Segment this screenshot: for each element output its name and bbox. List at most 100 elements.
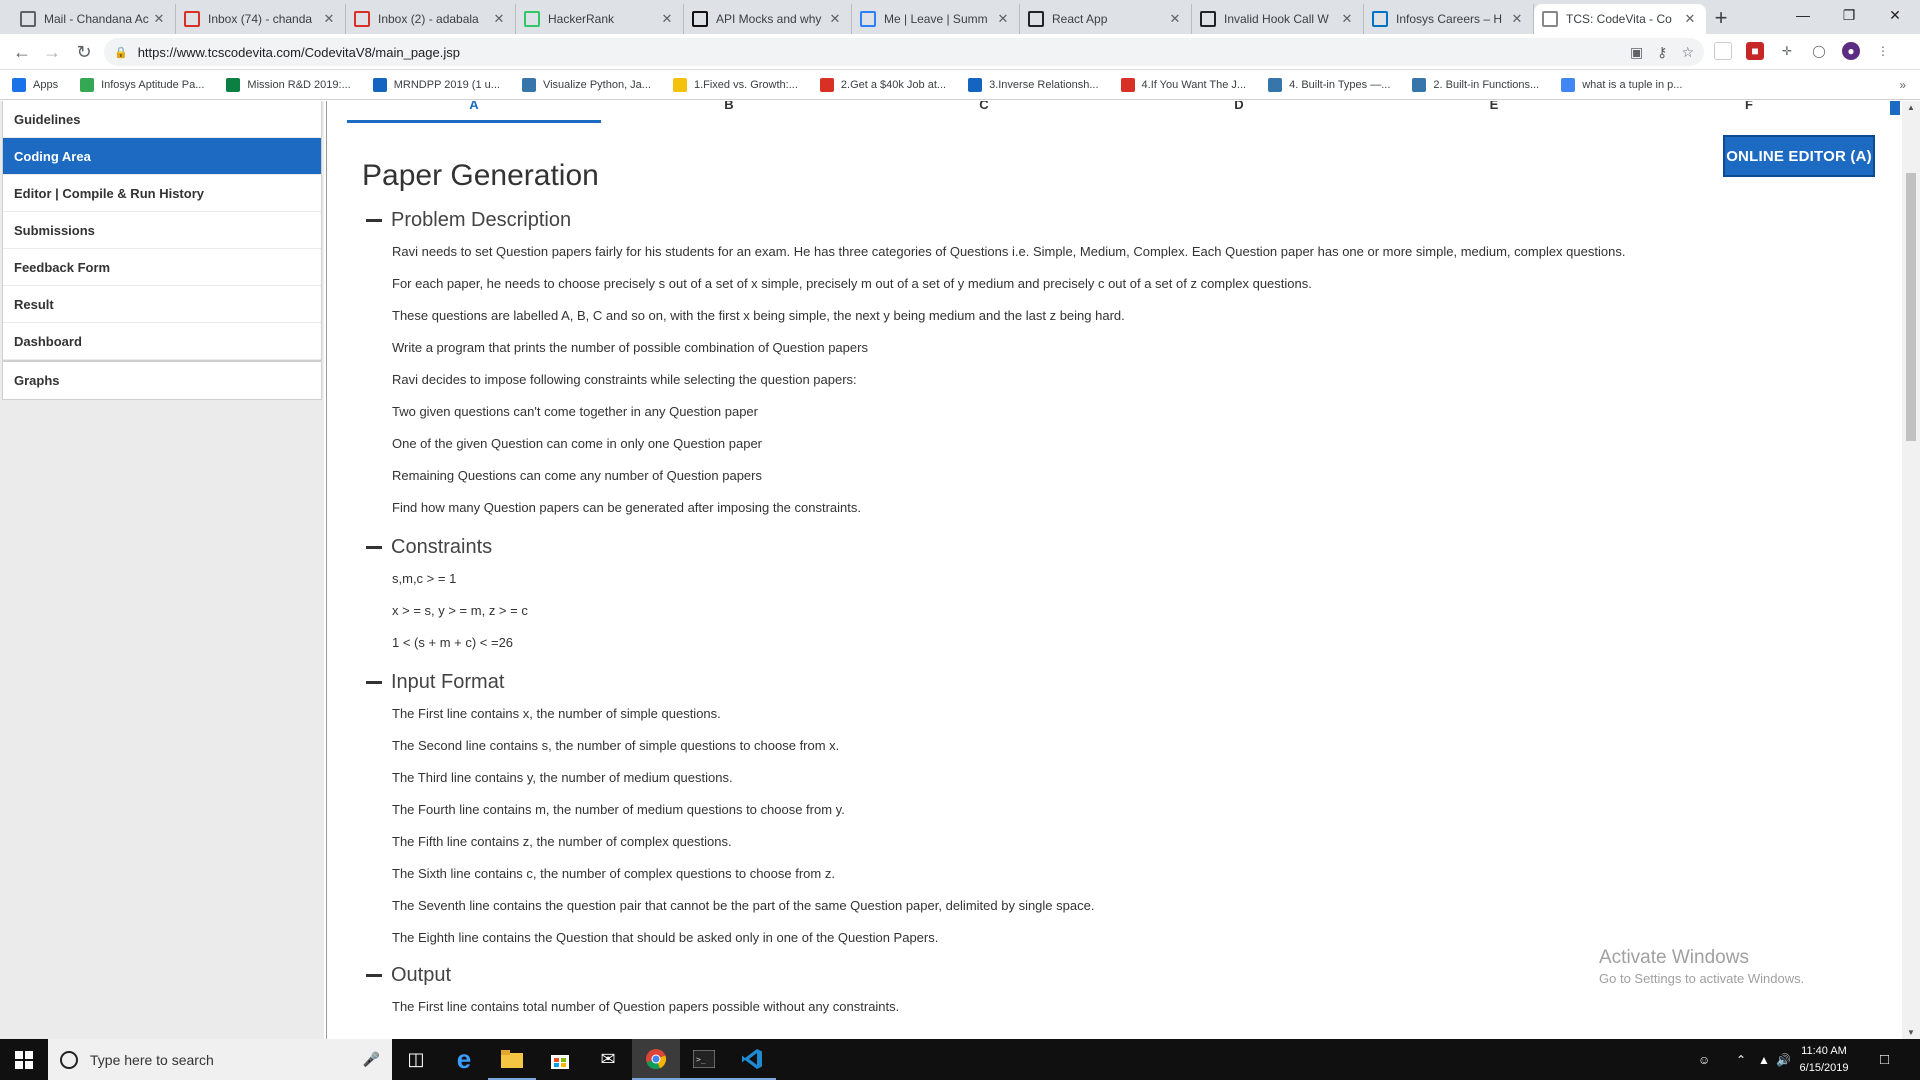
extension-blank-icon[interactable] (1714, 42, 1732, 60)
bookmark-item[interactable]: Apps (12, 77, 58, 92)
question-tab-d[interactable]: D (1112, 101, 1366, 123)
bookmarks-overflow-icon[interactable]: » (1899, 78, 1906, 92)
minimize-icon[interactable]: — (1780, 0, 1826, 30)
question-tab-c[interactable]: C (857, 101, 1111, 123)
sidebar-item-result[interactable]: Result (3, 286, 321, 323)
url-text[interactable]: https://www.tcscodevita.com/CodevitaV8/m… (138, 45, 460, 60)
keka-icon (860, 11, 876, 27)
svg-text:>_: >_ (696, 1055, 706, 1064)
tab-close-icon[interactable]: ✕ (1167, 11, 1183, 27)
sidebar-item-editor-compile-run-history[interactable]: Editor | Compile & Run History (3, 175, 321, 212)
blocked-popup-icon[interactable]: ▣ (1630, 44, 1643, 61)
scroll-down-icon[interactable]: ▼ (1907, 1028, 1915, 1037)
sidebar-item-graphs[interactable]: Graphs (3, 362, 321, 399)
forward-icon[interactable]: → (38, 38, 66, 66)
back-icon[interactable]: ← (8, 38, 36, 66)
terminal-icon[interactable]: >_ (680, 1039, 728, 1080)
tab-close-icon[interactable]: ✕ (1509, 11, 1525, 27)
extension-red-icon[interactable]: ■ (1746, 42, 1764, 60)
new-tab-button[interactable]: + (1708, 5, 1734, 31)
bookmark-item[interactable]: 4.If You Want The J... (1120, 77, 1246, 92)
reload-icon[interactable]: ↻ (70, 38, 98, 66)
section-header[interactable]: Constraints (366, 534, 528, 560)
sidebar-item-feedback-form[interactable]: Feedback Form (3, 249, 321, 286)
volume-icon[interactable]: 🔊 (1776, 1039, 1791, 1080)
extension-move-icon[interactable]: ✛ (1778, 42, 1796, 60)
bookmark-item[interactable]: 2.Get a $40k Job at... (819, 77, 946, 92)
key-icon[interactable]: ⚷ (1657, 44, 1667, 61)
question-tab-e[interactable]: E (1367, 101, 1621, 123)
tab-close-icon[interactable]: ✕ (151, 11, 167, 27)
taskbar-search-box[interactable]: Type here to search 🎤 (48, 1039, 392, 1080)
browser-tab[interactable]: Me | Leave | Summ ✕ (852, 4, 1020, 34)
close-window-icon[interactable]: ✕ (1872, 0, 1918, 30)
microphone-icon[interactable]: 🎤 (363, 1051, 380, 1068)
task-view-icon[interactable]: ◫ (392, 1039, 440, 1080)
bookmark-item[interactable]: 4. Built-in Types —... (1268, 77, 1390, 92)
notifications-icon[interactable]: □ (1880, 1039, 1889, 1080)
people-icon[interactable]: ☺ (1698, 1039, 1710, 1080)
extension-circle-icon[interactable]: ◯ (1810, 42, 1828, 60)
bookmark-item[interactable]: 1.Fixed vs. Growth:... (672, 77, 798, 92)
browser-tab[interactable]: TCS: CodeVita - Co ✕ (1534, 4, 1706, 34)
sidebar-item-submissions[interactable]: Submissions (3, 212, 321, 249)
question-tab-f[interactable]: F (1622, 101, 1876, 123)
restore-icon[interactable]: ❐ (1826, 0, 1872, 30)
edge-icon[interactable]: e (440, 1039, 488, 1080)
wifi-icon[interactable]: ▲ (1758, 1039, 1770, 1080)
mail-app-icon[interactable]: ✉ (584, 1039, 632, 1080)
sidebar-item-guidelines[interactable]: Guidelines (3, 101, 321, 138)
browser-tab[interactable]: HackerRank ✕ (516, 4, 684, 34)
browser-tab[interactable]: Invalid Hook Call W ✕ (1192, 4, 1364, 34)
tab-close-icon[interactable]: ✕ (827, 11, 843, 27)
section-header[interactable]: Output (366, 962, 899, 988)
page-scrollbar[interactable]: ▲ ▼ (1902, 101, 1920, 1039)
bookmark-item[interactable]: MRNDPP 2019 (1 u... (372, 77, 500, 92)
file-explorer-icon[interactable] (488, 1039, 536, 1080)
collapse-icon[interactable] (366, 218, 382, 222)
browser-tab[interactable]: Inbox (74) - chanda ✕ (176, 4, 346, 34)
collapse-icon[interactable] (366, 545, 382, 549)
scrollbar-thumb[interactable] (1906, 173, 1916, 441)
tab-close-icon[interactable]: ✕ (491, 11, 507, 27)
online-editor-button[interactable]: ONLINE EDITOR (A) (1723, 135, 1875, 177)
question-tab-a[interactable]: A (347, 101, 601, 123)
browser-tab[interactable]: Infosys Careers – H ✕ (1364, 4, 1534, 34)
menu-kebab-icon[interactable]: ⋮ (1874, 42, 1892, 60)
browser-tab[interactable]: Inbox (2) - adabala ✕ (346, 4, 516, 34)
tab-close-icon[interactable]: ✕ (321, 11, 337, 27)
sidebar-item-dashboard[interactable]: Dashboard (3, 323, 321, 360)
section-line: The First line contains x, the number of… (392, 706, 721, 721)
tab-close-icon[interactable]: ✕ (1339, 11, 1355, 27)
collapse-icon[interactable] (366, 680, 382, 684)
bookmark-item[interactable]: Infosys Aptitude Pa... (80, 77, 204, 92)
windows-start-icon[interactable] (0, 1039, 48, 1080)
show-hidden-icons-icon[interactable]: ⌃ (1736, 1039, 1746, 1080)
bookmark-item[interactable]: Visualize Python, Ja... (521, 77, 651, 92)
sidebar-item-coding-area[interactable]: Coding Area (3, 138, 321, 175)
section-header[interactable]: Problem Description (366, 207, 1625, 233)
store-icon[interactable] (536, 1039, 584, 1080)
python-icon (1268, 77, 1283, 92)
profile-avatar-icon[interactable]: ● (1842, 42, 1860, 60)
collapse-icon[interactable] (366, 973, 382, 977)
vscode-icon[interactable] (728, 1039, 776, 1080)
bookmark-item[interactable]: 3.Inverse Relationsh... (968, 77, 1099, 92)
taskbar-clock[interactable]: 11:40 AM 6/15/2019 (1792, 1043, 1856, 1077)
page-edge-accent (1890, 101, 1900, 115)
address-bar[interactable]: 🔒 https://www.tcscodevita.com/CodevitaV8… (104, 38, 1704, 66)
bookmark-item[interactable]: what is a tuple in p... (1561, 77, 1682, 92)
tab-close-icon[interactable]: ✕ (659, 11, 675, 27)
bookmark-star-icon[interactable]: ☆ (1681, 44, 1694, 61)
section-header[interactable]: Input Format (366, 669, 1094, 695)
tab-close-icon[interactable]: ✕ (1682, 11, 1698, 27)
question-tab-b[interactable]: B (602, 101, 856, 123)
chrome-icon[interactable] (632, 1039, 680, 1080)
browser-tab[interactable]: React App ✕ (1020, 4, 1192, 34)
browser-tab[interactable]: Mail - Chandana Ac ✕ (12, 4, 176, 34)
browser-tab[interactable]: API Mocks and why ✕ (684, 4, 852, 34)
bookmark-item[interactable]: 2. Built-in Functions... (1412, 77, 1539, 92)
tab-close-icon[interactable]: ✕ (995, 11, 1011, 27)
scroll-up-icon[interactable]: ▲ (1907, 103, 1915, 112)
bookmark-item[interactable]: Mission R&D 2019:... (226, 77, 351, 92)
